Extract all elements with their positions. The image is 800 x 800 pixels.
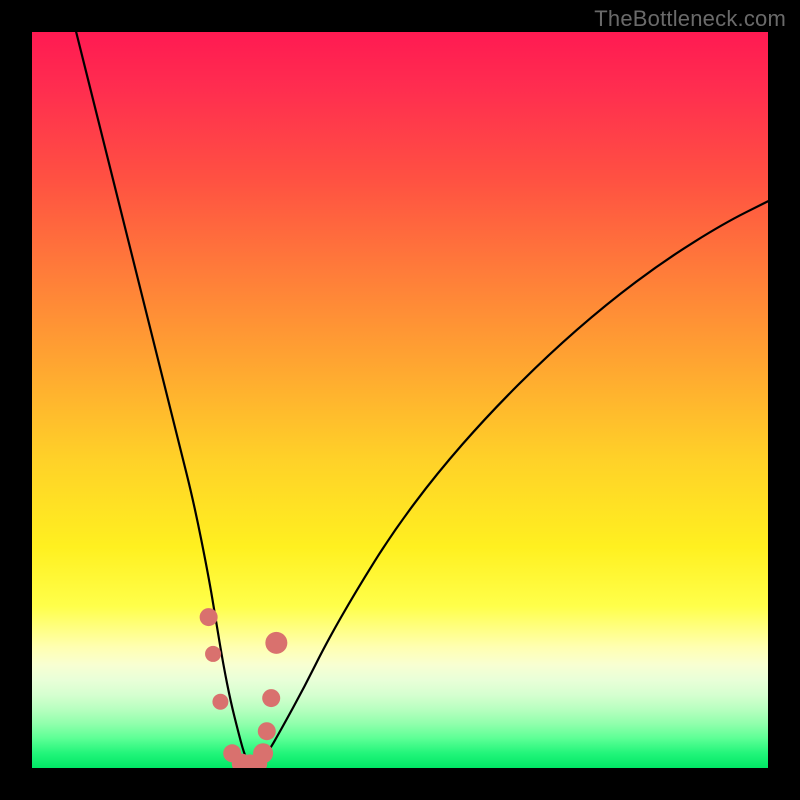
plot-area (32, 32, 768, 768)
outer-frame: TheBottleneck.com (0, 0, 800, 800)
watermark-text: TheBottleneck.com (594, 6, 786, 32)
